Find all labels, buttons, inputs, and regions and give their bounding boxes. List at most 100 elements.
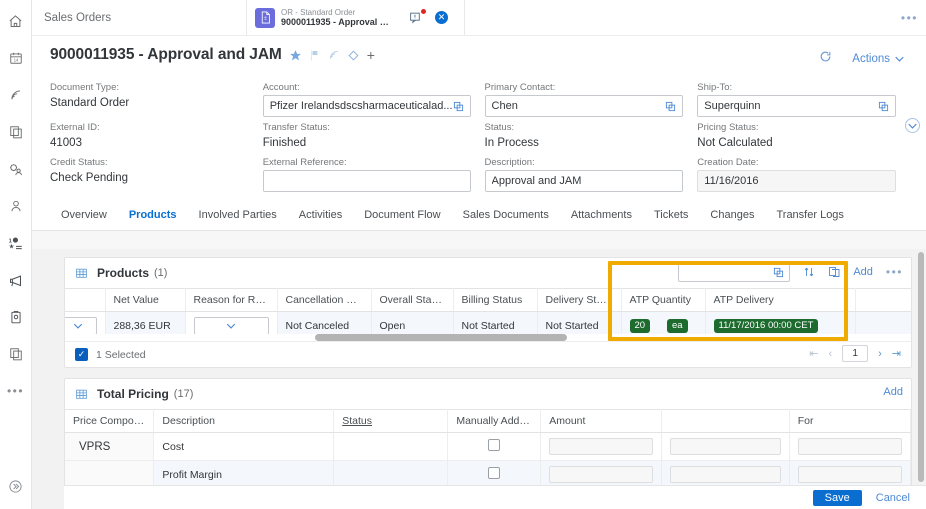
collapse-header-button[interactable] (905, 118, 920, 133)
person-icon[interactable] (3, 193, 29, 219)
amount-input[interactable] (549, 466, 654, 483)
open-document-tab[interactable]: OR - Standard Order 9000011935 - Approva… (247, 0, 465, 35)
tab-products[interactable]: Products (118, 205, 188, 230)
actions-button[interactable]: Actions (852, 53, 904, 65)
value-help-icon[interactable] (773, 267, 784, 278)
col-atp-quantity[interactable]: ATP Quantity (621, 288, 706, 312)
col-price-component[interactable]: Price Component (65, 409, 155, 433)
col-for[interactable]: For (789, 409, 912, 433)
cell-price-component: VPRS (65, 432, 155, 461)
refresh-icon[interactable] (819, 50, 832, 68)
tab-tickets[interactable]: Tickets (643, 205, 699, 230)
close-icon[interactable]: ✕ (435, 11, 448, 24)
save-button[interactable]: Save (812, 489, 862, 506)
flag-icon[interactable] (309, 49, 321, 62)
manually-added-checkbox[interactable] (488, 439, 501, 451)
tab-document-flow[interactable]: Document Flow (353, 205, 451, 230)
megaphone-icon[interactable] (3, 267, 29, 293)
cell-amount-currency[interactable] (661, 432, 790, 461)
copy2-icon[interactable] (3, 341, 29, 367)
calendar-icon[interactable]: 14 (3, 45, 29, 71)
overflow-menu-icon[interactable]: ••• (886, 266, 903, 278)
for-input[interactable] (797, 438, 902, 455)
chevron-down-icon (908, 123, 917, 129)
reason-for-rejection-dropdown[interactable] (193, 317, 269, 335)
description-input[interactable]: Approval and JAM (484, 170, 684, 192)
total-pricing-table: Price Component Description Status Manua… (65, 409, 912, 489)
tab-changes[interactable]: Changes (699, 205, 765, 230)
more-icon[interactable]: ••• (3, 378, 29, 404)
page-number-input[interactable]: 1 (842, 345, 869, 362)
col-amount[interactable]: Amount (540, 409, 663, 433)
copy-icon[interactable] (3, 119, 29, 145)
value-help-icon[interactable] (453, 101, 464, 112)
amount-input[interactable] (549, 438, 654, 455)
products-header-row: e Net Value Reason for Rejectic Cancella… (65, 288, 911, 312)
sort-icon[interactable] (803, 266, 815, 278)
col-billing-status[interactable]: Billing Status (453, 288, 538, 312)
col-atp-delivery[interactable]: ATP Delivery (705, 288, 856, 312)
select-all-checkbox[interactable]: ✓ (75, 348, 88, 361)
overflow-menu-icon[interactable]: ••• (901, 12, 918, 24)
tab-sales-documents[interactable]: Sales Documents (452, 205, 560, 230)
value-help-icon[interactable] (878, 101, 889, 112)
field-document-type: Document Type: Standard Order (50, 82, 249, 122)
account-input[interactable]: Pfizer Irelandsdscsharmaceuticalad... (262, 95, 471, 117)
col-status[interactable]: Status (333, 409, 449, 433)
add-icon[interactable]: + (367, 47, 375, 63)
table-row[interactable]: VPRS Cost (65, 432, 912, 461)
clipboard-icon[interactable] (3, 304, 29, 330)
document-tab-text: OR - Standard Order 9000011935 - Approva… (281, 8, 393, 28)
tab-attachments[interactable]: Attachments (560, 205, 643, 230)
col-delivery-status[interactable]: Delivery Status (537, 288, 622, 312)
first-page-button[interactable]: ⇤ (809, 347, 818, 360)
tab-involved-parties[interactable]: Involved Parties (188, 205, 288, 230)
cell-for[interactable] (789, 432, 912, 461)
products-toolbar: Add ••• (678, 262, 903, 282)
expand-icon[interactable] (3, 473, 29, 499)
cancel-button[interactable]: Cancel (872, 490, 914, 506)
last-page-button[interactable]: ⇥ (892, 347, 901, 360)
next-page-button[interactable]: › (878, 348, 882, 360)
home-icon[interactable] (3, 8, 29, 34)
account-settings-icon[interactable] (3, 156, 29, 182)
notification-icon[interactable] (409, 8, 426, 25)
feed-icon[interactable] (3, 82, 29, 108)
col-net-value[interactable]: Net Value (105, 288, 186, 312)
tag-icon[interactable] (347, 49, 360, 62)
amount-currency-input[interactable] (670, 466, 781, 483)
col-description[interactable]: Description (153, 409, 335, 433)
col-selector[interactable]: e (65, 288, 106, 312)
favorite-star-icon[interactable] (289, 49, 302, 62)
search-input[interactable] (678, 262, 791, 282)
previous-page-button[interactable]: ‹ (828, 348, 832, 360)
col-cancellation-status[interactable]: Cancellation Status (277, 288, 372, 312)
content-vertical-scrollbar[interactable] (918, 252, 924, 482)
external-reference-input[interactable] (262, 170, 471, 192)
col-manually-added[interactable]: Manually Added/Ch (447, 409, 542, 433)
cell-manually-added[interactable] (447, 432, 542, 461)
col-overall-status[interactable]: Overall Status (371, 288, 454, 312)
manually-added-checkbox[interactable] (488, 467, 501, 479)
feed-icon[interactable] (328, 49, 340, 61)
cell-description: Cost (153, 432, 335, 461)
total-pricing-add-button[interactable]: Add (883, 386, 903, 398)
tab-overview[interactable]: Overview (50, 205, 118, 230)
ship-to-input[interactable]: Superquinn (697, 95, 896, 117)
col-amount-currency[interactable] (661, 409, 790, 433)
products-add-button[interactable]: Add (853, 266, 873, 278)
value-help-icon[interactable] (665, 101, 676, 112)
leads-icon[interactable]: 1 ★ (3, 230, 29, 256)
primary-contact-input[interactable]: Chen (484, 95, 684, 117)
cell-amount[interactable] (540, 432, 663, 461)
for-input[interactable] (797, 466, 902, 483)
tab-activities[interactable]: Activities (288, 205, 353, 230)
field-label: Credit Status: (50, 157, 108, 168)
personalize-icon[interactable] (828, 266, 840, 278)
tab-transfer-logs[interactable]: Transfer Logs (765, 205, 854, 230)
col-reason-for-rejection[interactable]: Reason for Rejectic (185, 288, 278, 312)
horizontal-scrollbar-thumb[interactable] (315, 334, 567, 341)
row-selector-dropdown[interactable] (65, 317, 97, 335)
amount-currency-input[interactable] (670, 438, 781, 455)
chevron-down-icon (226, 323, 236, 329)
